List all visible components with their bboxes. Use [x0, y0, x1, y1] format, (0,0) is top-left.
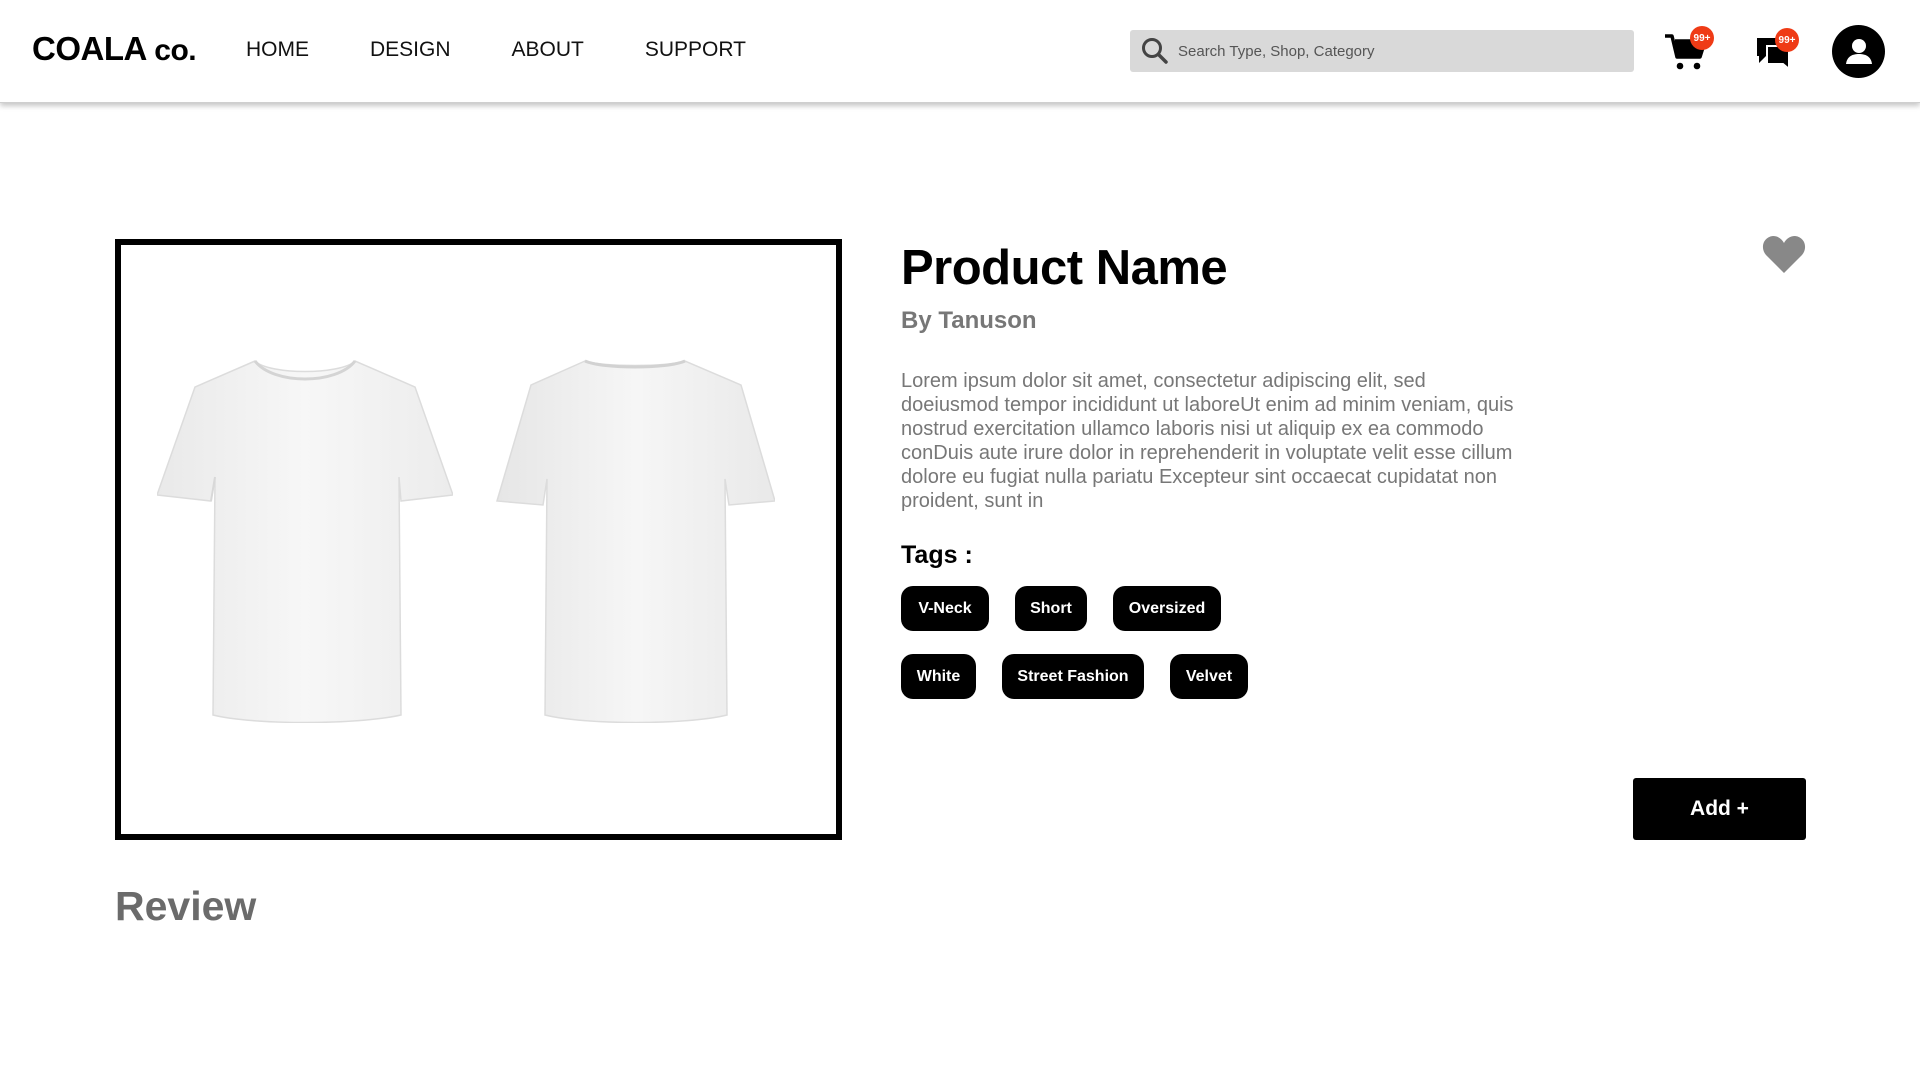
tshirt-front-image — [157, 360, 453, 723]
heart-icon[interactable] — [1762, 234, 1806, 274]
top-navbar: COALA co. HOME DESIGN ABOUT SUPPORT 99+ … — [0, 0, 1920, 103]
cart-button[interactable]: 99+ — [1664, 26, 1714, 72]
tag-chip[interactable]: Velvet — [1170, 654, 1248, 699]
messages-button[interactable]: 99+ — [1755, 28, 1799, 72]
brand-suffix: co. — [154, 34, 197, 67]
brand-name: COALA — [32, 30, 146, 67]
tag-chip[interactable]: Oversized — [1113, 586, 1221, 631]
search-input[interactable] — [1178, 42, 1598, 60]
tag-chip[interactable]: Short — [1015, 586, 1087, 631]
review-heading: Review — [115, 883, 257, 929]
nav-support[interactable]: SUPPORT — [645, 38, 746, 62]
product-description: Lorem ipsum dolor sit amet, consectetur … — [901, 370, 1514, 512]
tag-chip[interactable]: Street Fashion — [1002, 654, 1144, 699]
product-image-frame — [115, 239, 842, 840]
tags-label: Tags : — [901, 541, 973, 569]
brand-logo[interactable]: COALA co. — [32, 30, 197, 68]
product-title: Product Name — [901, 241, 1228, 295]
main-nav: HOME DESIGN ABOUT SUPPORT — [246, 38, 807, 62]
user-icon — [1845, 38, 1872, 64]
nav-home[interactable]: HOME — [246, 38, 309, 62]
chat-count-badge: 99+ — [1775, 28, 1799, 52]
tag-chip[interactable]: V-Neck — [901, 586, 989, 631]
search-bar — [1130, 30, 1634, 72]
search-icon[interactable] — [1140, 36, 1170, 66]
tag-chip[interactable]: White — [901, 654, 976, 699]
nav-design[interactable]: DESIGN — [370, 38, 451, 62]
tshirt-back-image — [496, 359, 775, 723]
product-author: By Tanuson — [901, 307, 1037, 334]
cart-count-badge: 99+ — [1690, 26, 1714, 50]
add-to-cart-button[interactable]: Add + — [1633, 778, 1806, 840]
profile-avatar[interactable] — [1832, 25, 1885, 78]
nav-about[interactable]: ABOUT — [512, 38, 584, 62]
